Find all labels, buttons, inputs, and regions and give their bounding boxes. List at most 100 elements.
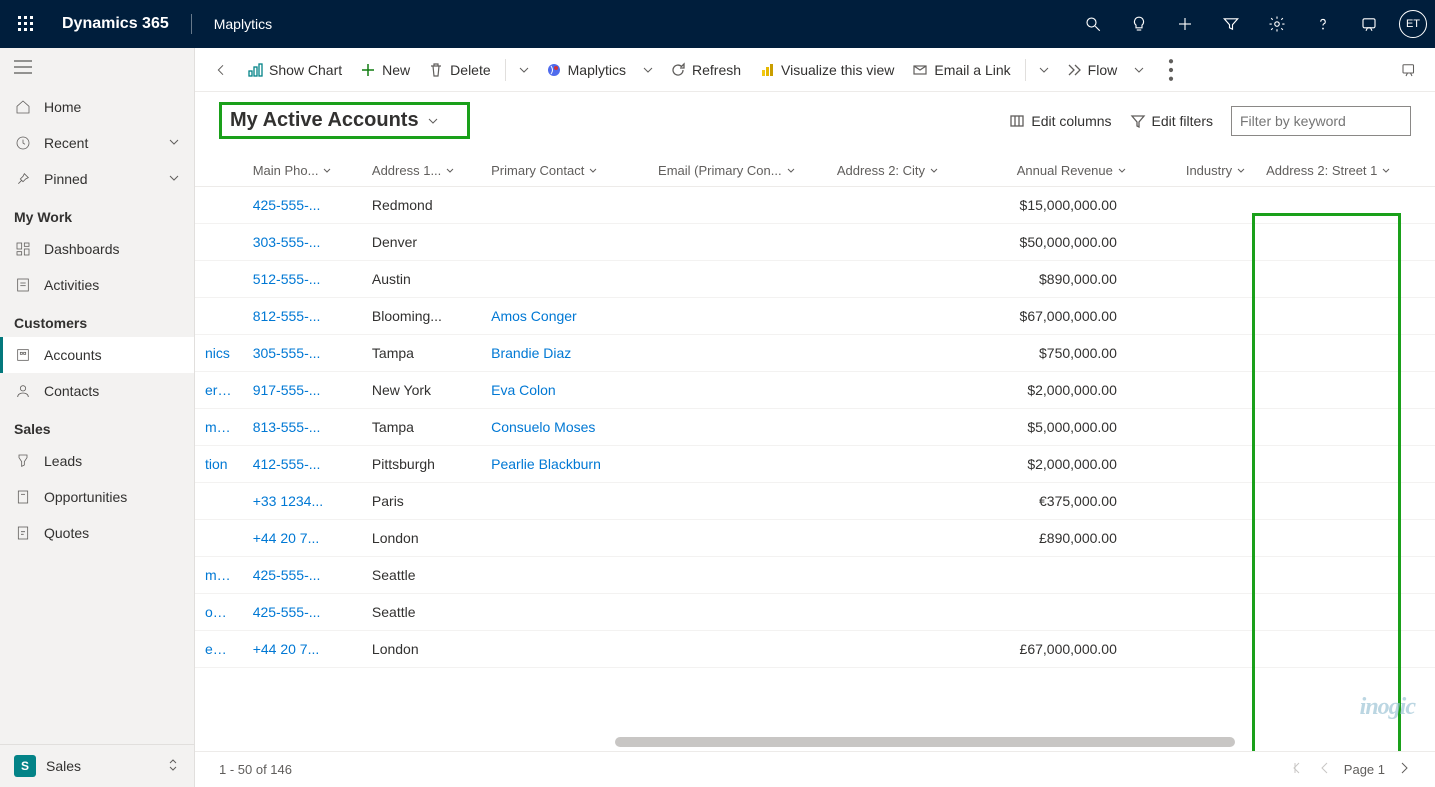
table-row[interactable]: 425-555-...Redmond$15,000,000.00: [195, 187, 1435, 224]
cell-name[interactable]: [195, 520, 243, 557]
maplytics-button[interactable]: Maplytics: [538, 56, 634, 84]
table-row[interactable]: eering+44 20 7...London£67,000,000.00: [195, 631, 1435, 668]
email-link-button[interactable]: Email a Link: [904, 56, 1018, 84]
prev-page-button[interactable]: [1318, 761, 1332, 778]
cell-name[interactable]: [195, 483, 243, 520]
col-street[interactable]: Address 2: Street 1: [1256, 155, 1435, 187]
cell-phone[interactable]: 812-555-...: [243, 298, 362, 335]
maplytics-dropdown[interactable]: [636, 64, 660, 76]
help-icon[interactable]: [1303, 4, 1343, 44]
cell-contact[interactable]: Amos Conger: [481, 298, 648, 335]
flow-dropdown[interactable]: [1127, 64, 1151, 76]
cell-name[interactable]: mentation: [195, 409, 243, 446]
cell-phone[interactable]: 512-555-...: [243, 261, 362, 298]
cell-phone[interactable]: +44 20 7...: [243, 520, 362, 557]
cell-address1: Tampa: [362, 335, 481, 372]
new-button[interactable]: New: [352, 56, 418, 84]
cell-name[interactable]: tion: [195, 446, 243, 483]
sidebar-item-activities[interactable]: Activities: [0, 267, 194, 303]
app-launcher-icon[interactable]: [8, 6, 44, 42]
area-switcher[interactable]: S Sales: [0, 744, 194, 787]
assistant-icon[interactable]: [1349, 4, 1389, 44]
filter-keyword-input[interactable]: [1231, 106, 1411, 136]
col-address1[interactable]: Address 1...: [362, 155, 481, 187]
table-row[interactable]: mbly425-555-...Seattle: [195, 557, 1435, 594]
sidebar-item-quotes[interactable]: Quotes: [0, 515, 194, 551]
cell-contact[interactable]: Brandie Diaz: [481, 335, 648, 372]
cell-phone[interactable]: +33 1234...: [243, 483, 362, 520]
sidebar-item-leads[interactable]: Leads: [0, 443, 194, 479]
visualize-button[interactable]: Visualize this view: [751, 56, 902, 84]
filter-icon[interactable]: [1211, 4, 1251, 44]
next-page-button[interactable]: [1397, 761, 1411, 778]
delete-dropdown[interactable]: [512, 64, 536, 76]
add-icon[interactable]: [1165, 4, 1205, 44]
first-page-button[interactable]: [1292, 761, 1306, 778]
cell-phone[interactable]: +44 20 7...: [243, 631, 362, 668]
sidebar-item-contacts[interactable]: Contacts: [0, 373, 194, 409]
edit-filters-button[interactable]: Edit filters: [1130, 113, 1213, 129]
table-row[interactable]: 303-555-...Denver$50,000,000.00: [195, 224, 1435, 261]
cell-name[interactable]: mbly: [195, 557, 243, 594]
table-row[interactable]: 512-555-...Austin$890,000.00: [195, 261, 1435, 298]
email-dropdown[interactable]: [1032, 64, 1056, 76]
flow-button[interactable]: Flow: [1058, 56, 1126, 84]
col-contact[interactable]: Primary Contact: [481, 155, 648, 187]
table-row[interactable]: ering917-555-...New YorkEva Colon$2,000,…: [195, 372, 1435, 409]
cell-contact[interactable]: Consuelo Moses: [481, 409, 648, 446]
col-industry[interactable]: Industry: [1137, 155, 1256, 187]
cell-phone[interactable]: 412-555-...: [243, 446, 362, 483]
cell-phone[interactable]: 425-555-...: [243, 557, 362, 594]
settings-icon[interactable]: [1257, 4, 1297, 44]
refresh-button[interactable]: Refresh: [662, 56, 749, 84]
sidebar-item-recent[interactable]: Recent: [0, 125, 194, 161]
cell-name[interactable]: onics: [195, 594, 243, 631]
cell-contact[interactable]: Pearlie Blackburn: [481, 446, 648, 483]
cell-name[interactable]: [195, 187, 243, 224]
cell-name[interactable]: ering: [195, 372, 243, 409]
table-row[interactable]: mentation813-555-...TampaConsuelo Moses$…: [195, 409, 1435, 446]
cell-name[interactable]: nics: [195, 335, 243, 372]
cell-phone[interactable]: 425-555-...: [243, 594, 362, 631]
overflow-button[interactable]: [1157, 56, 1185, 84]
sidebar-item-home[interactable]: Home: [0, 89, 194, 125]
col-email[interactable]: Email (Primary Con...: [648, 155, 827, 187]
col-phone[interactable]: Main Pho...: [243, 155, 362, 187]
show-chart-button[interactable]: Show Chart: [239, 56, 350, 84]
share-icon[interactable]: [1393, 54, 1425, 86]
cell-phone[interactable]: 305-555-...: [243, 335, 362, 372]
cell-name[interactable]: [195, 224, 243, 261]
main: Show Chart New Delete Maplytics Refresh: [195, 48, 1435, 787]
table-row[interactable]: tion412-555-...PittsburghPearlie Blackbu…: [195, 446, 1435, 483]
lightbulb-icon[interactable]: [1119, 4, 1159, 44]
sidebar-item-opportunities[interactable]: Opportunities: [0, 479, 194, 515]
sidebar-item-accounts[interactable]: Accounts: [0, 337, 194, 373]
table-row[interactable]: 812-555-...Blooming...Amos Conger$67,000…: [195, 298, 1435, 335]
hamburger-icon[interactable]: [0, 48, 194, 89]
cell-phone[interactable]: 917-555-...: [243, 372, 362, 409]
cell-phone[interactable]: 813-555-...: [243, 409, 362, 446]
cell-name[interactable]: [195, 261, 243, 298]
brand-label[interactable]: Dynamics 365: [56, 15, 175, 33]
back-button[interactable]: [205, 54, 237, 86]
app-name-label[interactable]: Maplytics: [208, 16, 278, 32]
col-revenue[interactable]: Annual Revenue: [970, 155, 1137, 187]
edit-columns-button[interactable]: Edit columns: [1009, 113, 1111, 129]
col-city[interactable]: Address 2: City: [827, 155, 970, 187]
search-icon[interactable]: [1073, 4, 1113, 44]
cell-phone[interactable]: 425-555-...: [243, 187, 362, 224]
cell-contact[interactable]: Eva Colon: [481, 372, 648, 409]
sidebar-item-pinned[interactable]: Pinned: [0, 161, 194, 197]
avatar[interactable]: ET: [1399, 10, 1427, 38]
horizontal-scrollbar[interactable]: [615, 737, 1235, 747]
view-selector[interactable]: My Active Accounts: [219, 102, 470, 139]
table-row[interactable]: nics305-555-...TampaBrandie Diaz$750,000…: [195, 335, 1435, 372]
cell-name[interactable]: eering: [195, 631, 243, 668]
table-row[interactable]: +33 1234...Paris€375,000.00: [195, 483, 1435, 520]
table-row[interactable]: +44 20 7...London£890,000.00: [195, 520, 1435, 557]
delete-button[interactable]: Delete: [420, 56, 498, 84]
cell-name[interactable]: [195, 298, 243, 335]
table-row[interactable]: onics425-555-...Seattle: [195, 594, 1435, 631]
sidebar-item-dashboards[interactable]: Dashboards: [0, 231, 194, 267]
cell-phone[interactable]: 303-555-...: [243, 224, 362, 261]
